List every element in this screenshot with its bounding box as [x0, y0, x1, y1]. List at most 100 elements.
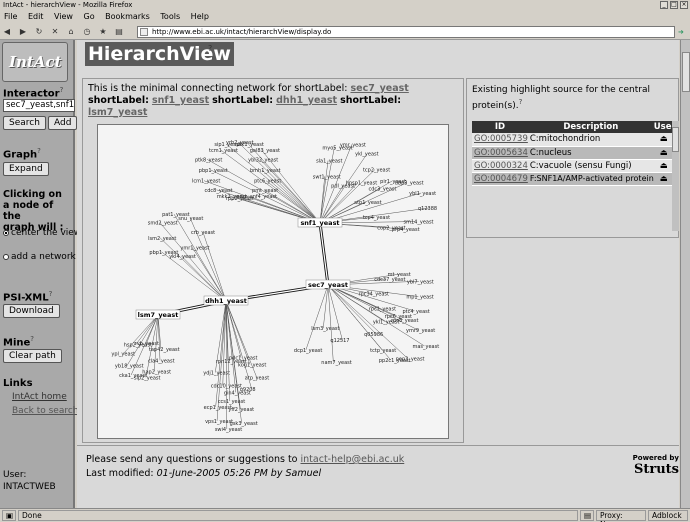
graph-canvas[interactable]: bmh1_yeastptc6_yeastpmt_yeastpnm_snf4_ye… — [98, 125, 448, 438]
print-icon[interactable]: ▤ — [114, 27, 124, 37]
graph-node-label[interactable]: ymr_yeast — [340, 142, 366, 148]
graph-node-label[interactable]: lcm1_yeast — [192, 179, 220, 185]
use-icon[interactable]: ⏏ — [653, 146, 672, 160]
central-node-label[interactable]: dhh1_yeast — [205, 297, 247, 305]
help-icon[interactable]: ? — [49, 290, 53, 298]
graph-node-label[interactable]: pbp1_yeast — [149, 250, 178, 256]
graph-node-label[interactable]: cka1_yeast — [119, 373, 147, 379]
menu-help[interactable]: Help — [187, 10, 213, 24]
graph-node-label[interactable]: ybl7_yeast — [407, 279, 434, 285]
add-network-option[interactable]: add a network — [3, 252, 76, 262]
graph-node-label[interactable]: yb18_yeast — [115, 364, 144, 370]
history-icon[interactable]: ◷ — [82, 27, 92, 37]
graph-node-label[interactable]: prp4_yeast — [392, 227, 420, 233]
clear-path-button[interactable]: Clear path — [3, 349, 62, 363]
minimize-icon[interactable]: _ — [660, 1, 668, 9]
home-icon[interactable]: ⌂ — [66, 27, 76, 37]
central-node-label[interactable]: lsm7_yeast — [138, 311, 179, 319]
central-node-label[interactable]: snf1_yeast — [300, 219, 339, 227]
scroll-thumb[interactable] — [672, 127, 679, 152]
help-icon[interactable]: ? — [60, 86, 64, 94]
graph-node-label[interactable]: pbp1_yeast — [199, 168, 228, 174]
graph-node-label[interactable]: q12388 — [418, 206, 437, 212]
page-scrollbar[interactable] — [680, 40, 690, 508]
table-scrollbar[interactable] — [672, 121, 679, 231]
go-id-link[interactable]: GO:0005634 — [472, 146, 528, 160]
help-icon[interactable]: ? — [208, 44, 212, 53]
go-id-link[interactable]: GO:0005739 — [472, 133, 528, 147]
graph-node-label[interactable]: sla1_yeast — [316, 159, 342, 165]
maximize-icon[interactable]: □ — [670, 1, 678, 9]
intact-logo[interactable]: IntAct — [2, 42, 68, 82]
graph-node-label[interactable]: mas_yeast — [412, 344, 439, 350]
graph-node-label[interactable]: smd2_yeast — [148, 220, 178, 226]
graph-node-label[interactable]: ccs1_yeast — [218, 399, 245, 405]
reload-icon[interactable]: ↻ — [34, 27, 44, 37]
menu-tools[interactable]: Tools — [156, 10, 184, 24]
radio-icon[interactable] — [3, 229, 9, 236]
graph-node-label[interactable]: sm14_yeast — [404, 220, 434, 226]
graph-node-label[interactable]: cla4_yeast — [148, 358, 175, 364]
graph-node-label[interactable]: q12517 — [330, 338, 349, 344]
add-button[interactable]: Add — [48, 116, 78, 130]
menu-go[interactable]: Go — [80, 10, 99, 24]
graph-node-label[interactable]: ybl1_yeast — [409, 191, 436, 197]
url-bar[interactable]: http://www.ebi.ac.uk/intact/hierarchView… — [137, 26, 675, 38]
graph-node-label[interactable]: rpc34_yeast — [358, 291, 389, 297]
protein-link[interactable]: snf1_yeast — [152, 95, 209, 106]
back-icon[interactable]: ◀ — [2, 27, 12, 37]
search-button[interactable]: Search — [3, 116, 46, 130]
graph-node-label[interactable]: tap42_yeast — [149, 347, 180, 353]
use-icon[interactable]: ⏏ — [653, 159, 672, 173]
central-node-label[interactable]: sec7_yeast — [308, 281, 348, 289]
graph-node-label[interactable]: gal83_yeast — [250, 148, 280, 154]
graph-node-label[interactable]: mp1_yeast — [406, 295, 433, 301]
email-link[interactable]: intact-help@ebi.ac.uk — [301, 454, 405, 465]
go-id-link[interactable]: GO:0000324 — [472, 159, 528, 173]
graph-node-label[interactable]: ybl32_yeast — [248, 157, 278, 163]
graph-node-label[interactable]: cdc8_yeast — [205, 188, 233, 194]
graph-node-label[interactable]: ykl1_yeast — [373, 320, 400, 326]
graph-node-label[interactable]: rvb_yeast — [135, 341, 159, 347]
protein-link[interactable]: sec7_yeast — [350, 83, 408, 94]
help-icon[interactable]: ? — [519, 98, 523, 106]
graph-node-label[interactable]: lsm3_yeast — [311, 326, 339, 332]
graph-node-label[interactable]: tctp_yeast — [370, 348, 396, 354]
protein-link[interactable]: dhh1_yeast — [276, 95, 337, 106]
graph-node-label[interactable]: nam7_yeast — [321, 360, 351, 366]
back-to-search-link[interactable]: Back to search — [12, 406, 79, 416]
forward-icon[interactable]: ▶ — [18, 27, 28, 37]
menu-edit[interactable]: Edit — [24, 10, 48, 24]
graph-node-label[interactable]: ymr9_yeast — [406, 328, 435, 334]
intact-home-link[interactable]: IntAct home — [12, 392, 67, 402]
graph-node-label[interactable]: q9208 — [240, 387, 256, 393]
protein-link[interactable]: lsm7_yeast — [88, 107, 147, 118]
adblock-status[interactable]: Adblock — [648, 510, 688, 521]
download-button[interactable]: Download — [3, 304, 60, 318]
graph-node-label[interactable]: snu_yeast — [178, 216, 203, 222]
graph-node-label[interactable]: tcp2_yeast — [363, 167, 390, 173]
help-icon[interactable]: ? — [30, 335, 34, 343]
menu-view[interactable]: View — [50, 10, 77, 24]
scroll-thumb[interactable] — [682, 52, 690, 92]
go-id-link[interactable]: GO:0004679 — [472, 172, 528, 186]
interaction-graph[interactable]: bmh1_yeast ptc6_yeast pmt_yeast pnm_snf4_ye… — [97, 124, 449, 439]
close-icon[interactable]: × — [680, 1, 688, 9]
graph-node-label[interactable]: yff2_yeast — [228, 407, 254, 413]
menu-file[interactable]: File — [0, 10, 21, 24]
graph-node-label[interactable]: swi4_yeast — [215, 427, 242, 433]
graph-node-label[interactable]: dcp1_yeast — [294, 348, 322, 354]
graph-node-label[interactable]: ptc6_yeast — [254, 179, 281, 185]
bookmark-icon[interactable]: ★ — [98, 27, 108, 37]
graph-node-label[interactable]: ubp3_yeast — [395, 181, 424, 187]
graph-node-label[interactable]: swt1_yeast — [313, 174, 341, 180]
graph-node-label[interactable]: q05986 — [364, 332, 383, 338]
menu-bookmarks[interactable]: Bookmarks — [101, 10, 154, 24]
use-icon[interactable]: ⏏ — [653, 172, 672, 186]
graph-node-label[interactable]: mt_yeast — [388, 272, 411, 278]
expand-button[interactable]: Expand — [3, 162, 49, 176]
graph-node-label[interactable]: tcm1_yeast — [209, 148, 238, 154]
use-icon[interactable]: ⏏ — [653, 133, 672, 147]
graph-node-label[interactable]: pp2c1_yeast — [379, 358, 411, 364]
go-icon[interactable]: ➜ — [678, 28, 684, 36]
